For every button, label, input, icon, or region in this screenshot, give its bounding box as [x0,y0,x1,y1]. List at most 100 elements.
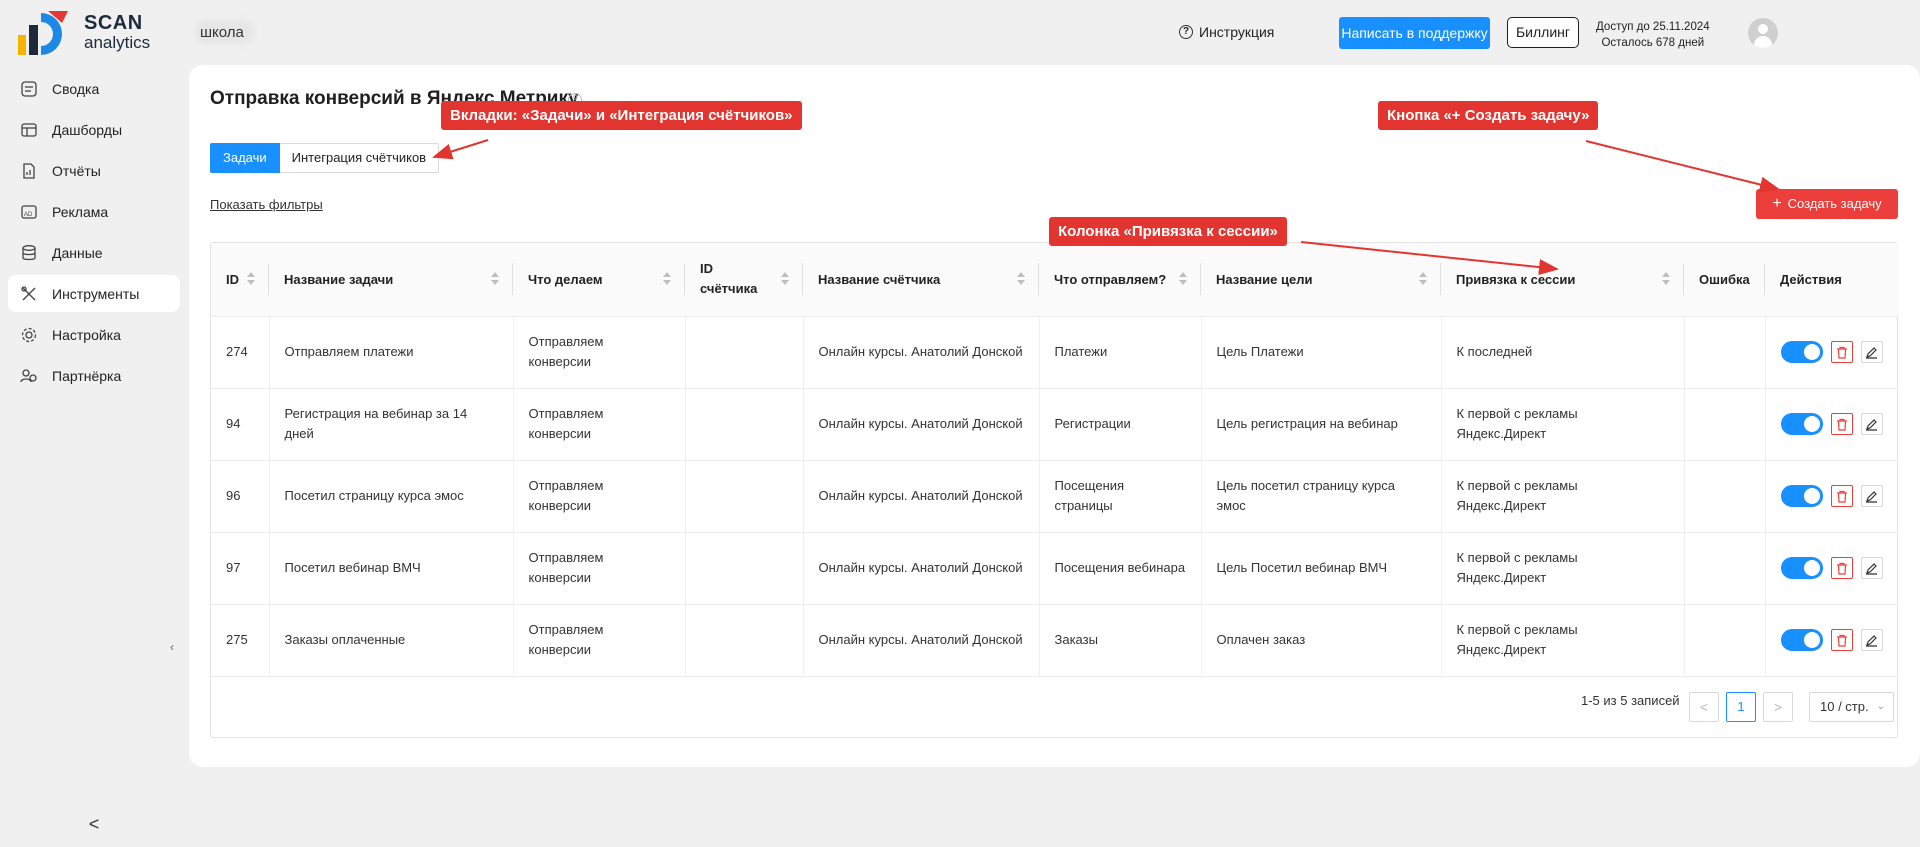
edit-button[interactable] [1860,557,1883,579]
page-size-select[interactable]: 10 / стр. ⌄ [1809,692,1894,722]
sidebar-item-settings[interactable]: Настройка [8,316,180,353]
cell-actions [1765,460,1899,533]
cell-sending-type: Заказы [1039,604,1202,677]
page-size-value: 10 / стр. [1820,699,1869,714]
enabled-toggle[interactable] [1780,413,1823,435]
sidebar-item-label: Данные [52,244,103,261]
collapse-handle[interactable]: ‹ [170,640,174,654]
plus-icon: + [1772,195,1782,212]
cell-task-action: Отправляем конверсии [513,388,686,461]
table-row: 274 Отправляем платежи Отправляем конверси… [211,316,1899,389]
cell-task-id: 94 [211,388,270,461]
page-1-button[interactable]: 1 [1726,692,1756,722]
column-session-binding[interactable]: Привязка к сессии [1441,243,1684,317]
column-sending[interactable]: Что отправляем? [1039,243,1201,317]
table-header: ID Название задачи Что делаем ID счётчик… [211,243,1899,317]
delete-button[interactable] [1830,413,1853,435]
table-row: 94 Регистрация на вебинар за 14 дней Отпра… [211,388,1899,461]
delete-button[interactable] [1830,557,1853,579]
cell-counter-name: Онлайн курсы. Анатолий Донской [803,532,1040,605]
project-name[interactable]: школа [200,24,244,41]
tools-icon [21,285,36,300]
column-goal-name[interactable]: Название цели [1201,243,1441,317]
sidebar-item-partners[interactable]: Партнёрка [8,357,180,394]
enabled-toggle[interactable] [1780,485,1823,507]
edit-button[interactable] [1860,413,1883,435]
next-page-button[interactable]: > [1763,692,1793,722]
prev-page-button[interactable]: < [1689,692,1719,722]
sidebar-item-tools[interactable]: Инструменты [8,275,180,312]
cell-actions [1765,604,1899,677]
brand-name: SCAN analytics [84,12,151,52]
cell-task-action: Отправляем конверсии [513,604,686,677]
edit-button[interactable] [1860,485,1883,507]
cell-counter-name: Онлайн курсы. Анатолий Донской [803,388,1040,461]
trash-icon [1836,346,1847,359]
cell-task-id: 275 [211,604,270,677]
sidebar-item-dashboards[interactable]: Дашборды [8,111,180,148]
cell-counter-name: Онлайн курсы. Анатолий Донской [803,460,1040,533]
delete-button[interactable] [1830,629,1853,651]
cell-session-binding: К первой с рекламы Яндекс.Директ [1441,388,1685,461]
sort-icon [247,272,255,286]
cell-goal-name: Цель Посетил вебинар ВМЧ [1201,532,1442,605]
cell-task-name: Заказы оплаченные [269,604,514,677]
pencil-icon [1866,562,1877,575]
column-task-name[interactable]: Название задачи [269,243,513,317]
annotation-tabs: Вкладки: «Задачи» и «Интеграция счётчико… [441,101,802,130]
cell-counter-id [685,532,804,605]
svg-text:AD: AD [24,212,33,218]
cell-counter-id [685,460,804,533]
instruction-link[interactable]: ? Инструкция [1179,24,1274,40]
tab-tasks[interactable]: Задачи [210,143,280,173]
sidebar-item-label: Дашборды [52,121,122,138]
column-counter-id[interactable]: ID счётчика [685,243,803,317]
reports-icon [23,162,35,179]
edit-button[interactable] [1860,341,1883,363]
cell-task-id: 274 [211,316,270,389]
cell-goal-name: Оплачен заказ [1201,604,1442,677]
create-task-button[interactable]: + Создать задачу [1756,189,1898,219]
cell-counter-id [685,316,804,389]
days-left: Осталось 678 дней [1601,37,1705,49]
sidebar-item-label: Отчёты [52,162,101,179]
sort-icon [491,272,499,286]
cell-counter-name: Онлайн курсы. Анатолий Донской [803,604,1040,677]
sidebar-item-label: Сводка [52,80,100,97]
table-row: 97 Посетил вебинар ВМЧ Отправляем конверси… [211,532,1899,605]
cell-session-binding: К первой с рекламы Яндекс.Директ [1441,532,1685,605]
pagination-summary: 1-5 из 5 записей [1581,693,1680,708]
sidebar-item-summary[interactable]: Сводка [8,70,180,107]
enabled-toggle[interactable] [1780,629,1823,651]
column-counter-name[interactable]: Название счётчика [803,243,1039,317]
cell-task-id: 96 [211,460,270,533]
cell-actions [1765,532,1899,605]
cell-goal-name: Цель регистрация на вебинар [1201,388,1442,461]
sort-icon [1419,272,1427,286]
ads-icon: AD [21,204,37,219]
cell-task-action: Отправляем конверсии [513,532,686,605]
sidebar-collapse-button[interactable]: < [0,802,188,847]
column-id[interactable]: ID [211,243,269,317]
tab-counter-integration[interactable]: Интеграция счётчиков [279,143,440,173]
sidebar-item-ads[interactable]: AD Реклама [8,193,180,230]
show-filters-link[interactable]: Показать фильтры [210,197,323,212]
cell-actions [1765,388,1899,461]
sidebar-item-reports[interactable]: Отчёты [8,152,180,189]
column-action[interactable]: Что делаем [513,243,685,317]
enabled-toggle[interactable] [1780,341,1823,363]
cell-counter-id [685,604,804,677]
edit-button[interactable] [1860,629,1883,651]
support-button[interactable]: Написать в поддержку [1339,17,1490,49]
delete-button[interactable] [1830,341,1853,363]
sidebar-item-data[interactable]: Данные [8,234,180,271]
cell-task-name: Регистрация на вебинар за 14 дней [269,388,514,461]
enabled-toggle[interactable] [1780,557,1823,579]
user-avatar[interactable] [1748,18,1778,48]
billing-button[interactable]: Биллинг [1507,17,1579,48]
delete-button[interactable] [1830,485,1853,507]
cell-sending-type: Регистрации [1039,388,1202,461]
access-info: Доступ до 25.11.2024 Осталось 678 дней [1596,19,1710,51]
tabs: Задачи Интеграция счётчиков [210,143,440,173]
sort-icon [1662,272,1670,286]
